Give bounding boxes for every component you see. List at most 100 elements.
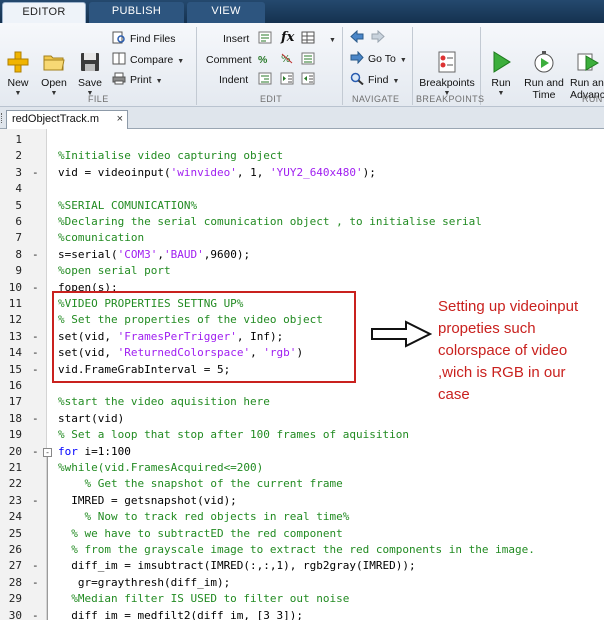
code-line[interactable]: 30- diff_im = medfilt2(diff_im, [3 3]);	[0, 608, 604, 620]
line-number[interactable]: 20	[0, 444, 22, 460]
line-number[interactable]: 24	[0, 509, 22, 525]
breakpoint-marker[interactable]: -	[32, 444, 39, 460]
increase-indent-button[interactable]	[280, 72, 298, 88]
insert-button[interactable]: Insert	[223, 31, 249, 47]
forward-button[interactable]	[371, 30, 389, 46]
line-number[interactable]: 12	[0, 312, 22, 328]
line-number[interactable]: 11	[0, 296, 22, 312]
line-number[interactable]: 4	[0, 181, 22, 197]
decrease-indent-button[interactable]	[301, 72, 319, 88]
code-line[interactable]: 21 %while(vid.FramesAcquired<=200)	[0, 460, 604, 476]
code-line[interactable]: 1	[0, 132, 604, 148]
breakpoint-marker[interactable]: -	[32, 608, 39, 620]
code-line[interactable]: 4	[0, 181, 604, 197]
breakpoint-marker[interactable]: -	[32, 165, 39, 181]
line-number[interactable]: 8	[0, 247, 22, 263]
code-line[interactable]: 3- vid = videoinput('winvideo', 1, 'YUY2_…	[0, 165, 604, 181]
code-line[interactable]: 7 %comunication	[0, 230, 604, 246]
line-number[interactable]: 21	[0, 460, 22, 476]
tab-editor[interactable]: EDITOR	[2, 2, 86, 23]
line-number[interactable]: 9	[0, 263, 22, 279]
tab-publish[interactable]: PUBLISH	[89, 2, 184, 23]
comment-percent-icon[interactable]: %	[258, 52, 267, 68]
smart-indent-button[interactable]	[258, 72, 276, 88]
go-to-button[interactable]: Go To ▼	[350, 51, 407, 67]
line-number[interactable]: 2	[0, 148, 22, 164]
code-line[interactable]: 9 %open serial port	[0, 263, 604, 279]
line-number[interactable]: 6	[0, 214, 22, 230]
code-line[interactable]: 6 %Declaring the serial comunication obje…	[0, 214, 604, 230]
insert-section-button[interactable]	[258, 31, 276, 47]
code-line[interactable]: 19 % Set a loop that stop after 100 frame…	[0, 427, 604, 443]
line-number[interactable]: 3	[0, 165, 22, 181]
line-number[interactable]: 1	[0, 132, 22, 148]
breakpoint-marker[interactable]: -	[32, 575, 39, 591]
code-token: % Set a loop that stop after 100 frames …	[58, 428, 409, 442]
line-number[interactable]: 15	[0, 362, 22, 378]
back-button[interactable]	[350, 30, 368, 46]
line-number[interactable]: 19	[0, 427, 22, 443]
print-button[interactable]: Print ▼	[112, 72, 163, 88]
breakpoint-marker[interactable]: -	[32, 558, 39, 574]
code-line[interactable]: 5 %SERIAL COMUNICATION%	[0, 198, 604, 214]
line-number[interactable]: 5	[0, 198, 22, 214]
code-line[interactable]: 8- s=serial('COM3','BAUD',9600);	[0, 247, 604, 263]
breakpoint-marker[interactable]: -	[32, 247, 39, 263]
document-tab-redobjecttrack[interactable]: redObjectTrack.m ×	[6, 110, 128, 129]
line-number[interactable]: 25	[0, 526, 22, 542]
breakpoint-marker[interactable]: -	[32, 493, 39, 509]
code-line[interactable]: 18- start(vid)	[0, 411, 604, 427]
code-text: % Set a loop that stop after 100 frames …	[58, 427, 409, 443]
uncomment-button[interactable]: %	[280, 52, 298, 68]
code-line[interactable]: 20- - for i=1:100	[0, 444, 604, 460]
indent-button[interactable]: Indent	[219, 72, 248, 88]
code-line[interactable]: 2 %Initialise video capturing object	[0, 148, 604, 164]
insert-table-button[interactable]	[301, 31, 319, 47]
code-line[interactable]: 28- gr=graythresh(diff_im);	[0, 575, 604, 591]
breakpoint-marker[interactable]: -	[32, 411, 39, 427]
line-number[interactable]: 23	[0, 493, 22, 509]
tab-view[interactable]: VIEW	[187, 2, 265, 23]
drag-handle-icon[interactable]	[1, 113, 4, 123]
code-text: %while(vid.FramesAcquired<=200)	[58, 460, 263, 476]
comment-button[interactable]: Comment	[206, 52, 252, 68]
fold-toggle-icon[interactable]: -	[43, 447, 52, 457]
code-line[interactable]: 22 % Get the snapshot of the current fra…	[0, 476, 604, 492]
code-line[interactable]: 29 %Median filter IS USED to filter out …	[0, 591, 604, 607]
line-number[interactable]: 14	[0, 345, 22, 361]
code-line[interactable]: 25 % we have to subtractED the red compo…	[0, 526, 604, 542]
wrap-comments-button[interactable]	[301, 52, 319, 68]
breakpoint-marker[interactable]: -	[32, 345, 39, 361]
code-line[interactable]: 24 % Now to track red objects in real ti…	[0, 509, 604, 525]
breakpoint-marker[interactable]: -	[32, 280, 39, 296]
find-button[interactable]: Find ▼	[350, 72, 399, 88]
breakpoint-marker[interactable]: -	[32, 329, 39, 345]
play-icon	[493, 51, 511, 73]
close-icon[interactable]: ×	[117, 111, 123, 128]
line-number[interactable]: 30	[0, 608, 22, 620]
code-line[interactable]: 26 % from the grayscale image to extract…	[0, 542, 604, 558]
compare-button[interactable]: Compare ▼	[112, 52, 184, 68]
line-number[interactable]: 22	[0, 476, 22, 492]
insert-menu-caret[interactable]: ▼	[325, 31, 336, 47]
line-number[interactable]: 16	[0, 378, 22, 394]
line-number[interactable]: 29	[0, 591, 22, 607]
line-number[interactable]: 27	[0, 558, 22, 574]
line-number[interactable]: 10	[0, 280, 22, 296]
line-number[interactable]: 18	[0, 411, 22, 427]
line-number[interactable]: 28	[0, 575, 22, 591]
line-number[interactable]: 17	[0, 394, 22, 410]
code-line[interactable]: 27- diff_im = imsubtract(IMRED(:,:,1), r…	[0, 558, 604, 574]
code-line[interactable]: 23- IMRED = getsnapshot(vid);	[0, 493, 604, 509]
line-number[interactable]: 26	[0, 542, 22, 558]
document-tab-bar: redObjectTrack.m ×	[0, 107, 604, 129]
insert-function-button[interactable]: fx	[281, 30, 294, 46]
section-label-edit: EDIT	[260, 94, 283, 104]
line-number[interactable]: 7	[0, 230, 22, 246]
breakpoint-marker[interactable]: -	[32, 362, 39, 378]
code-token: vid = videoinput(	[58, 165, 171, 179]
find-files-button[interactable]: Find Files	[112, 31, 176, 47]
line-number[interactable]: 13	[0, 329, 22, 345]
save-label: Save	[78, 77, 102, 89]
folder-icon	[43, 55, 65, 71]
